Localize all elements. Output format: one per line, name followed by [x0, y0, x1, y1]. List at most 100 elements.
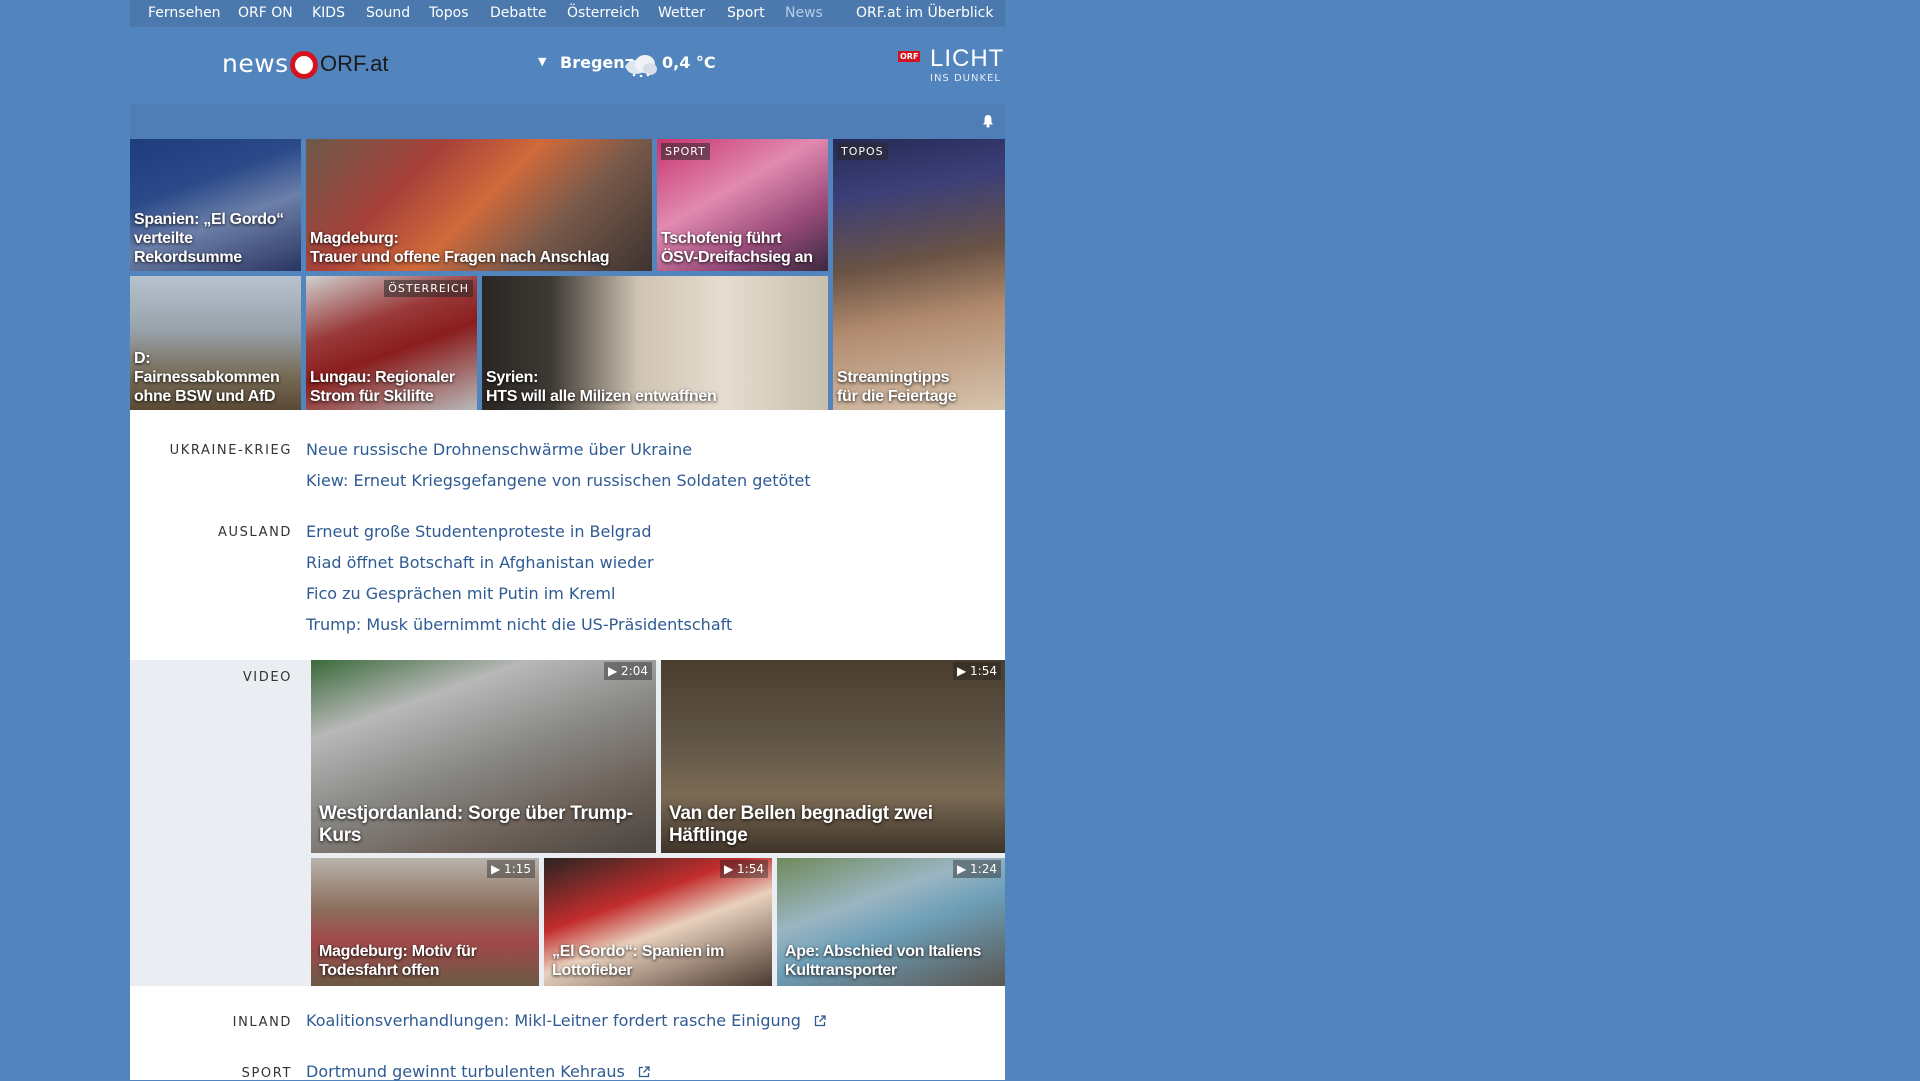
nav-topos[interactable]: Topos — [429, 5, 468, 21]
story-link[interactable]: Neue russische Drohnenschwärme über Ukra… — [306, 440, 692, 459]
caption-line: Todesfahrt offen — [319, 962, 440, 979]
section-label-ukraine: UKRAINE-KRIEG — [169, 443, 292, 458]
caption-line: Strom für Skilifte — [310, 388, 434, 405]
nav-kids[interactable]: KIDS — [312, 5, 345, 21]
nav-fernsehen[interactable]: Fernsehen — [148, 5, 221, 21]
licht-ins-dunkel-logo[interactable]: ORF LICHT INS DUNKEL — [898, 45, 1006, 87]
licht-title: LICHT — [930, 45, 1005, 72]
teaser-tile[interactable]: Spanien: „El Gordo“ verteilte Rekordsumme — [130, 139, 301, 271]
story-link-text: Dortmund gewinnt turbulenten Kehraus — [306, 1062, 625, 1081]
story-link[interactable]: Riad öffnet Botschaft in Afghanistan wie… — [306, 553, 654, 572]
play-icon: ▶ — [957, 862, 971, 876]
story-link-external[interactable]: Koalitionsverhandlungen: Mikl-Leitner fo… — [306, 1011, 826, 1030]
nav-wetter[interactable]: Wetter — [658, 5, 705, 21]
teaser-tile[interactable]: Magdeburg: Trauer und offene Fragen nach … — [306, 139, 652, 271]
story-link[interactable]: Trump: Musk übernimmt nicht die US-Präsi… — [306, 615, 732, 634]
video-caption: Ape: Abschied von Italiens Kulttransporte… — [785, 942, 1001, 980]
caption-line: ÖSV-Dreifachsieg an — [661, 249, 813, 266]
caption-line: Tschofenig führt — [661, 230, 782, 247]
section-label-inland: INLAND — [232, 1015, 292, 1030]
video-tile[interactable]: ▶ 1:15 Magdeburg: Motiv für Todesfahrt of… — [311, 858, 539, 986]
video-tile[interactable]: ▶ 1:24 Ape: Abschied von Italiens Kulttra… — [777, 858, 1005, 986]
nav-news[interactable]: News — [785, 5, 823, 21]
bell-icon[interactable] — [981, 114, 995, 128]
video-duration: ▶ 1:15 — [487, 860, 535, 878]
video-duration: ▶ 1:54 — [720, 860, 768, 878]
nav-oesterreich[interactable]: Österreich — [567, 5, 639, 21]
category-label: ÖSTERREICH — [384, 280, 473, 297]
logo-orf-text: ORF.at — [320, 51, 389, 76]
play-icon: ▶ — [724, 862, 738, 876]
nav-overview[interactable]: ORF.at im Überblick — [856, 5, 993, 21]
external-link-icon — [814, 1015, 826, 1027]
play-icon: ▶ — [491, 862, 505, 876]
caption-line: Syrien: — [486, 369, 539, 386]
story-link[interactable]: Fico zu Gesprächen mit Putin im Kreml — [306, 584, 615, 603]
caption-line: Lungau: Regionaler — [310, 369, 455, 386]
duration-text: 1:15 — [504, 862, 531, 876]
weather-temperature: 0,4 °C — [662, 53, 716, 72]
video-caption: Magdeburg: Motiv für Todesfahrt offen — [319, 942, 535, 980]
story-link[interactable]: Kiew: Erneut Kriegsgefangene von russisc… — [306, 471, 811, 490]
weather-city: Bregenz — [560, 53, 634, 72]
teaser-caption: Magdeburg: Trauer und offene Fragen nach … — [310, 229, 648, 267]
video-tile[interactable]: ▶ 1:54 „El Gordo“: Spanien im Lottofieber — [544, 858, 772, 986]
nav-debatte[interactable]: Debatte — [490, 5, 546, 21]
external-link-icon — [638, 1066, 650, 1078]
caption-line: Magdeburg: Motiv für — [319, 943, 477, 960]
caption-line: Ape: Abschied von Italiens — [785, 943, 982, 960]
video-caption: Westjordanland: Sorge über Trump-Kurs — [319, 803, 633, 846]
licht-subtitle: INS DUNKEL — [930, 73, 1001, 84]
teaser-caption: Tschofenig führt ÖSV-Dreifachsieg an — [661, 229, 824, 267]
video-duration: ▶ 1:54 — [953, 662, 1001, 680]
caption-line: Spanien: „El Gordo“ — [134, 211, 284, 228]
video-tile[interactable]: ▶ 2:04 Westjordanland: Sorge über Trump-… — [311, 660, 656, 853]
orf-eye-icon — [290, 51, 318, 79]
page: Fernsehen ORF ON KIDS Sound Topos Debatt… — [130, 0, 1005, 1081]
cloud-snow-icon — [626, 55, 657, 77]
teaser-tile[interactable]: ÖSTERREICH Lungau: Regionaler Strom für S… — [306, 276, 477, 410]
duration-text: 2:04 — [621, 664, 648, 678]
duration-text: 1:24 — [970, 862, 997, 876]
teaser-caption: Streamingtipps für die Feiertage — [837, 368, 1001, 406]
video-duration: ▶ 1:24 — [953, 860, 1001, 878]
story-link-external[interactable]: Dortmund gewinnt turbulenten Kehraus — [306, 1062, 650, 1081]
caption-line: Streamingtipps — [837, 369, 950, 386]
story-link[interactable]: Erneut große Studentenproteste in Belgra… — [306, 522, 652, 541]
play-icon: ▶ — [957, 664, 971, 678]
teaser-tile[interactable]: SPORT Tschofenig führt ÖSV-Dreifachsieg a… — [657, 139, 828, 271]
teaser-tile[interactable]: D: Fairnessabkommen ohne BSW und AfD — [130, 276, 301, 410]
caption-line: Kulttransporter — [785, 962, 897, 979]
category-label: SPORT — [661, 143, 710, 160]
teaser-caption: D: Fairnessabkommen ohne BSW und AfD — [134, 349, 297, 406]
duration-text: 1:54 — [970, 664, 997, 678]
toolbar — [130, 104, 1005, 139]
video-caption: „El Gordo“: Spanien im Lottofieber — [552, 942, 768, 980]
nav-sport[interactable]: Sport — [727, 5, 765, 21]
story-link-text: Koalitionsverhandlungen: Mikl-Leitner fo… — [306, 1011, 801, 1030]
caption-line: D: Fairnessabkommen — [134, 350, 280, 386]
site-header: news ORF.at ▼ Bregenz 0,4 °C ORF LICHT I… — [130, 27, 1005, 104]
caption-line: verteilte Rekordsumme — [134, 230, 242, 266]
teaser-tile[interactable]: TOPOS Streamingtipps für die Feiertage — [833, 139, 1005, 410]
caption-line: Trauer und offene Fragen nach Anschlag — [310, 249, 610, 266]
nav-orf-on[interactable]: ORF ON — [238, 5, 293, 21]
caption-line: „El Gordo“: Spanien im — [552, 943, 725, 960]
caption-line: ohne BSW und AfD — [134, 388, 276, 405]
video-tile[interactable]: ▶ 1:54 Van der Bellen begnadigt zwei Häf… — [661, 660, 1005, 853]
video-section: VIDEO ▶ 2:04 Westjordanland: Sorge über … — [130, 660, 1005, 986]
caption-line: für die Feiertage — [837, 388, 957, 405]
category-label: TOPOS — [837, 143, 888, 160]
section-label-ausland: AUSLAND — [217, 525, 292, 540]
top-navigation: Fernsehen ORF ON KIDS Sound Topos Debatt… — [130, 0, 1005, 27]
teaser-caption: Syrien: HTS will alle Milizen entwaffnen — [486, 368, 824, 406]
nav-sound[interactable]: Sound — [366, 5, 410, 21]
caption-line: Magdeburg: — [310, 230, 399, 247]
teaser-caption: Lungau: Regionaler Strom für Skilifte — [310, 368, 473, 406]
teaser-tile[interactable]: Syrien: HTS will alle Milizen entwaffnen — [482, 276, 828, 410]
video-caption: Van der Bellen begnadigt zwei Häftlinge — [669, 803, 933, 846]
teaser-caption: Spanien: „El Gordo“ verteilte Rekordsumme — [134, 210, 297, 267]
caption-line: HTS will alle Milizen entwaffnen — [486, 388, 717, 405]
caption-line: Lottofieber — [552, 962, 633, 979]
dropdown-arrow-icon[interactable]: ▼ — [538, 55, 546, 68]
